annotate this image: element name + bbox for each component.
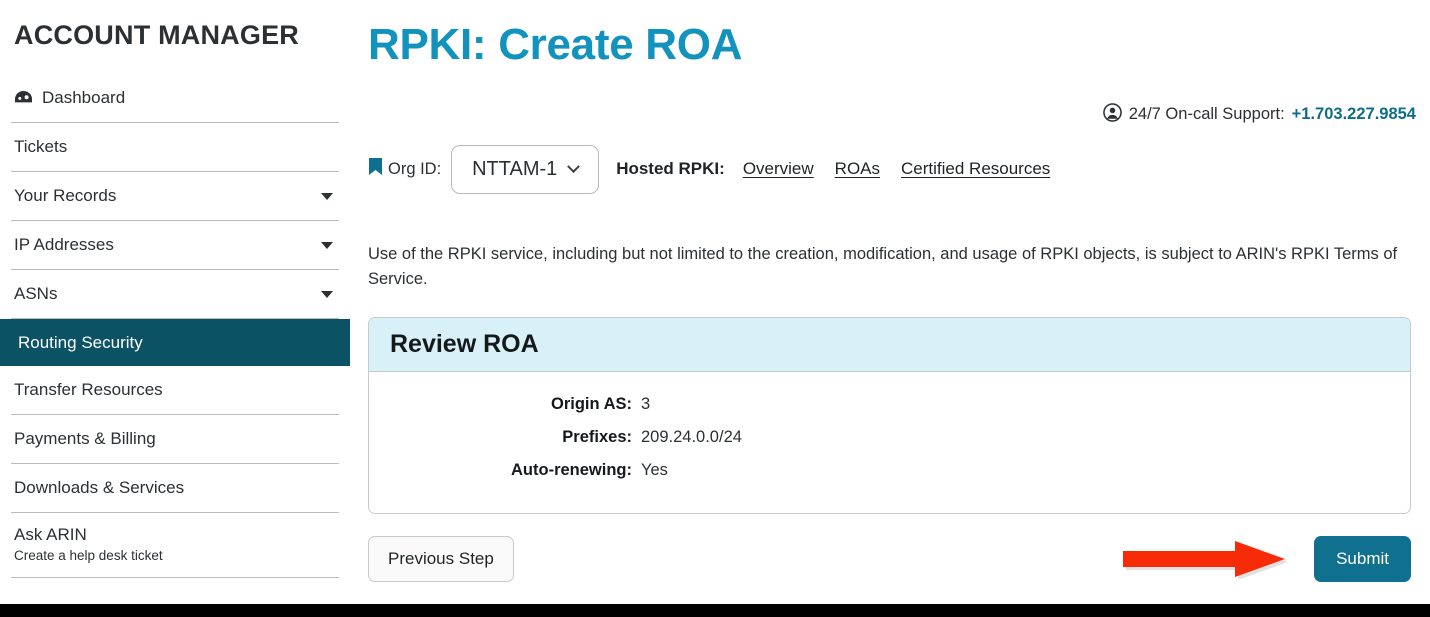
sidebar-item-label: Routing Security: [18, 332, 143, 352]
detail-label: Prefixes:: [562, 427, 632, 446]
previous-step-button[interactable]: Previous Step: [368, 535, 514, 582]
sidebar-item-label: Dashboard: [42, 88, 126, 108]
sidebar-item-ask-arin[interactable]: Ask ARIN Create a help desk ticket: [11, 513, 339, 579]
chevron-down-icon: [321, 290, 333, 298]
chevron-down-icon: [321, 241, 333, 249]
support-row: 24/7 On-call Support: +1.703.227.9854: [368, 102, 1416, 127]
link-overview[interactable]: Overview: [743, 159, 814, 179]
ask-arin-title: Ask ARIN: [14, 525, 87, 545]
support-phone-link[interactable]: +1.703.227.9854: [1292, 105, 1416, 124]
person-circle-icon: [1102, 102, 1122, 127]
hosted-rpki-label: Hosted RPKI:: [616, 159, 725, 179]
sidebar-item-label: Tickets: [14, 137, 68, 157]
form-actions: Previous Step Submit: [368, 535, 1411, 582]
sidebar-item-label: Your Records: [14, 186, 117, 206]
detail-row-prefixes: Prefixes: 209.24.0.0/24: [369, 421, 1410, 454]
org-id-value: NTTAM-1: [472, 157, 558, 180]
terms-of-service-text: Use of the RPKI service, including but n…: [368, 244, 1398, 289]
detail-row-origin-as: Origin AS: 3: [369, 388, 1410, 421]
sidebar-item-dashboard[interactable]: Dashboard: [11, 74, 339, 124]
chevron-down-icon: [567, 159, 581, 173]
main-content: RPKI: Create ROA 24/7 On-call Support: +…: [368, 0, 1416, 604]
detail-row-auto-renewing: Auto-renewing: Yes: [369, 454, 1410, 487]
sidebar-item-tickets[interactable]: Tickets: [11, 123, 339, 173]
footer-bar: [0, 604, 1430, 617]
dashboard-icon: [14, 90, 33, 106]
review-roa-panel: Review ROA Origin AS: 3 Prefixes: 209.24…: [368, 316, 1411, 514]
org-id-select[interactable]: NTTAM-1: [451, 144, 600, 194]
red-arrow-annotation-icon: [1123, 539, 1298, 580]
sidebar-item-asns[interactable]: ASNs: [11, 270, 339, 320]
sidebar-item-label: Downloads & Services: [14, 478, 185, 498]
sidebar-item-your-records[interactable]: Your Records: [11, 172, 339, 222]
detail-value: 3: [641, 394, 651, 413]
sidebar-title: ACCOUNT MANAGER: [14, 20, 299, 50]
detail-label: Origin AS:: [551, 394, 632, 413]
detail-value: 209.24.0.0/24: [641, 427, 742, 446]
detail-value: Yes: [641, 460, 668, 479]
link-roas[interactable]: ROAs: [835, 159, 880, 179]
link-certified-resources[interactable]: Certified Resources: [901, 159, 1050, 179]
detail-label: Auto-renewing:: [511, 460, 632, 479]
sidebar: ACCOUNT MANAGER Dashboard Tickets Your R…: [0, 0, 350, 604]
org-id-label: Org ID:: [388, 159, 442, 178]
sidebar-item-routing-security[interactable]: Routing Security: [0, 319, 350, 367]
sidebar-item-ip-addresses[interactable]: IP Addresses: [11, 221, 339, 271]
sidebar-item-label: Transfer Resources: [14, 380, 163, 400]
sidebar-nav-list: Dashboard Tickets Your Records IP Addres…: [0, 74, 350, 579]
panel-body: Origin AS: 3 Prefixes: 209.24.0.0/24 Aut…: [369, 372, 1410, 513]
hosted-rpki-links: Overview ROAs Certified Resources: [743, 159, 1050, 179]
sidebar-item-transfer-resources[interactable]: Transfer Resources: [11, 366, 339, 416]
sidebar-item-payments-billing[interactable]: Payments & Billing: [11, 415, 339, 465]
panel-heading: Review ROA: [369, 317, 1410, 372]
chevron-down-icon: [321, 192, 333, 200]
support-label: 24/7 On-call Support:: [1128, 105, 1285, 124]
sidebar-item-label: ASNs: [14, 284, 58, 304]
sidebar-item-downloads-services[interactable]: Downloads & Services: [11, 464, 339, 514]
account-manager-page: ACCOUNT MANAGER Dashboard Tickets Your R…: [0, 0, 1430, 617]
org-bar: Org ID: NTTAM-1 Hosted RPKI: Overview RO…: [368, 144, 1416, 194]
page-title: RPKI: Create ROA: [368, 20, 743, 69]
sidebar-item-label: IP Addresses: [14, 235, 114, 255]
submit-button[interactable]: Submit: [1314, 535, 1411, 582]
sidebar-item-label: Payments & Billing: [14, 429, 156, 449]
bookmark-icon: [368, 157, 383, 181]
ask-arin-subtitle: Create a help desk ticket: [14, 548, 163, 564]
